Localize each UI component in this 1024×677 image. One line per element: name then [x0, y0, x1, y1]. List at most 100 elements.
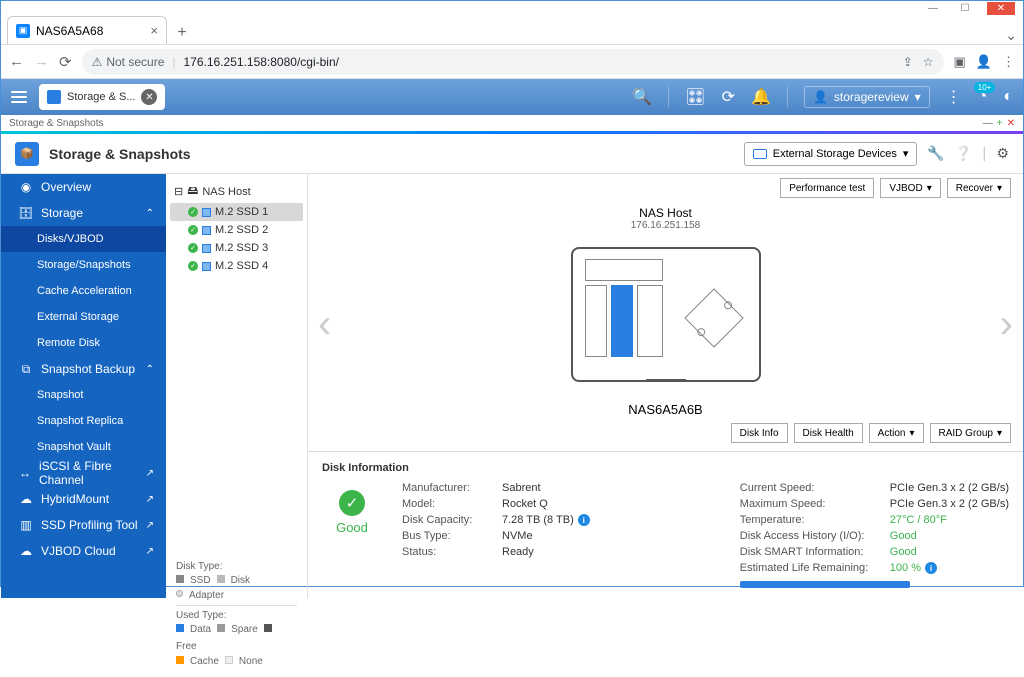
- ssd-icon: ▥: [19, 518, 33, 532]
- more-icon[interactable]: ⋮: [946, 87, 962, 107]
- chevron-down-icon: ▾: [915, 90, 921, 104]
- recover-button[interactable]: Recover▾: [947, 178, 1011, 198]
- tree-root[interactable]: ⊟ 🖴 NAS Host: [170, 180, 303, 203]
- status-ok-icon: ✓: [188, 243, 198, 253]
- sidebar-item-snapshot-backup[interactable]: ⧉Snapshot Backup⌃: [1, 356, 166, 382]
- tree-item-ssd3[interactable]: ✓M.2 SSD 3: [170, 239, 303, 257]
- reload-button[interactable]: ⟳: [59, 53, 72, 71]
- favicon-icon: ▣: [16, 24, 30, 38]
- browser-toolbar: ← → ⟳ ⚠ Not secure | 176.16.251.158:8080…: [1, 45, 1023, 79]
- sidebar: ◉Overview 🗄Storage⌃ Disks/VJBOD Storage/…: [1, 174, 166, 598]
- sidebar-item-remote-disk[interactable]: Remote Disk: [1, 330, 166, 356]
- gauge-icon[interactable]: ◐: [1003, 88, 1013, 106]
- status-ok-icon: ✓: [188, 207, 198, 217]
- nas-diagram[interactable]: [571, 247, 761, 382]
- app-title: Storage & Snapshots: [49, 146, 191, 162]
- sidebar-item-storage[interactable]: 🗄Storage⌃: [1, 200, 166, 226]
- status-ok-icon: ✓: [188, 261, 198, 271]
- chevron-down-icon: ▾: [909, 428, 914, 439]
- chevron-down-icon: ▾: [927, 183, 932, 194]
- extension-icon[interactable]: ▣: [954, 54, 966, 70]
- wrench-icon[interactable]: 🔧: [927, 145, 944, 162]
- panel-maximize[interactable]: +: [997, 118, 1003, 129]
- raid-group-button[interactable]: RAID Group▾: [930, 423, 1012, 443]
- qnap-top-bar: Storage & S... ✕ 🔍 🎛 ⟳ 🔔 👤 storagereview…: [1, 79, 1023, 115]
- gear-icon[interactable]: ⚙: [996, 145, 1009, 162]
- next-device-button[interactable]: ›: [1000, 302, 1013, 347]
- dashboard-icon[interactable]: ◔10+: [978, 88, 988, 106]
- device-ip: 176.16.251.158: [308, 220, 1023, 231]
- close-icon[interactable]: ✕: [141, 89, 157, 105]
- chevron-down-icon: ▾: [903, 147, 909, 160]
- sidebar-item-disks-vjbod[interactable]: Disks/VJBOD: [1, 226, 166, 252]
- control-panel-icon[interactable]: 🎛: [685, 87, 705, 107]
- external-storage-button[interactable]: External Storage Devices ▾: [744, 142, 918, 166]
- content-area: Performance test VJBOD▾ Recover▾ NAS Hos…: [308, 174, 1023, 598]
- vjbod-button[interactable]: VJBOD▾: [880, 178, 940, 198]
- sidebar-item-cache-acceleration[interactable]: Cache Acceleration: [1, 278, 166, 304]
- user-menu[interactable]: 👤 storagereview ▾: [804, 86, 930, 108]
- ssd-icon: [202, 244, 211, 253]
- bookmark-icon[interactable]: ☆: [923, 55, 934, 69]
- tree-item-ssd2[interactable]: ✓M.2 SSD 2: [170, 221, 303, 239]
- profile-icon[interactable]: 👤: [976, 54, 992, 70]
- disk-info-left: Manufacturer:Sabrent Model:Rocket Q Disk…: [402, 482, 590, 588]
- forward-button[interactable]: →: [34, 53, 49, 70]
- security-indicator[interactable]: ⚠ Not secure: [92, 55, 165, 69]
- info-icon[interactable]: i: [578, 514, 590, 526]
- info-icon[interactable]: i: [925, 562, 937, 574]
- sidebar-item-external-storage[interactable]: External Storage: [1, 304, 166, 330]
- browser-tab[interactable]: ▣ NAS6A5A68 ×: [7, 16, 167, 44]
- warning-icon: ⚠: [92, 55, 103, 69]
- disk-info-button[interactable]: Disk Info: [731, 423, 788, 443]
- window-maximize[interactable]: ☐: [955, 2, 975, 15]
- prev-device-button[interactable]: ‹: [318, 302, 331, 347]
- legend: Disk Type: SSD Disk Adapter Used Type: D…: [170, 555, 303, 677]
- performance-test-button[interactable]: Performance test: [780, 178, 874, 198]
- external-link-icon: ↗: [146, 494, 154, 505]
- device-visual: NAS Host 176.16.251.158 ‹ › NAS6A5A6B Di…: [308, 202, 1023, 451]
- sidebar-item-storage-snapshots[interactable]: Storage/Snapshots: [1, 252, 166, 278]
- disk-information-panel: Disk Information ✓ Good Manufacturer:Sab…: [308, 451, 1023, 598]
- sidebar-item-overview[interactable]: ◉Overview: [1, 174, 166, 200]
- menu-icon[interactable]: [11, 91, 27, 103]
- qnap-app-tab[interactable]: Storage & S... ✕: [39, 84, 165, 110]
- sidebar-item-vjbod-cloud[interactable]: ☁VJBOD Cloud↗: [1, 538, 166, 564]
- window-controls: — ☐ ✕: [1, 1, 1023, 15]
- back-button[interactable]: ←: [9, 53, 24, 70]
- tree-item-ssd1[interactable]: ✓M.2 SSD 1: [170, 203, 303, 221]
- search-icon[interactable]: 🔍: [632, 87, 652, 107]
- status-ok-icon: ✓: [188, 225, 198, 235]
- sidebar-item-hybridmount[interactable]: ☁HybridMount↗: [1, 486, 166, 512]
- help-icon[interactable]: ❔: [955, 145, 972, 162]
- sidebar-item-snapshot-vault[interactable]: Snapshot Vault: [1, 434, 166, 460]
- panel-minimize[interactable]: —: [983, 118, 993, 129]
- menu-icon[interactable]: ⋮: [1002, 54, 1015, 70]
- tree-item-ssd4[interactable]: ✓M.2 SSD 4: [170, 257, 303, 275]
- tab-title: NAS6A5A68: [36, 24, 103, 38]
- check-icon: ✓: [339, 490, 365, 516]
- address-bar[interactable]: ⚠ Not secure | 176.16.251.158:8080/cgi-b…: [82, 49, 944, 75]
- window-minimize[interactable]: —: [923, 2, 943, 15]
- sidebar-item-snapshot[interactable]: Snapshot: [1, 382, 166, 408]
- storage-device-icon: [753, 149, 767, 159]
- panel-close[interactable]: ✕: [1007, 118, 1015, 129]
- sidebar-item-snapshot-replica[interactable]: Snapshot Replica: [1, 408, 166, 434]
- disk-health-button[interactable]: Disk Health: [794, 423, 863, 443]
- window-close[interactable]: ✕: [987, 2, 1015, 15]
- action-button[interactable]: Action▾: [869, 423, 924, 443]
- snapshot-icon: ⧉: [19, 362, 33, 377]
- tab-close-icon[interactable]: ×: [150, 23, 158, 38]
- new-tab-button[interactable]: +: [171, 22, 193, 44]
- sidebar-item-ssd-profiling[interactable]: ▥SSD Profiling Tool↗: [1, 512, 166, 538]
- main-content: ◉Overview 🗄Storage⌃ Disks/VJBOD Storage/…: [1, 174, 1023, 598]
- device-tree: ⊟ 🖴 NAS Host ✓M.2 SSD 1 ✓M.2 SSD 2 ✓M.2 …: [166, 174, 308, 598]
- share-icon[interactable]: ⇪: [903, 55, 913, 69]
- tab-overflow-icon[interactable]: ⌄: [1005, 27, 1023, 44]
- chevron-down-icon: ▾: [997, 428, 1002, 439]
- task-icon[interactable]: ⟳: [722, 87, 735, 107]
- host-icon: 🖴: [187, 182, 198, 201]
- section-title: Disk Information: [322, 462, 1009, 474]
- sidebar-item-iscsi[interactable]: ↔iSCSI & Fibre Channel↗: [1, 460, 166, 486]
- notification-icon[interactable]: 🔔: [751, 87, 771, 107]
